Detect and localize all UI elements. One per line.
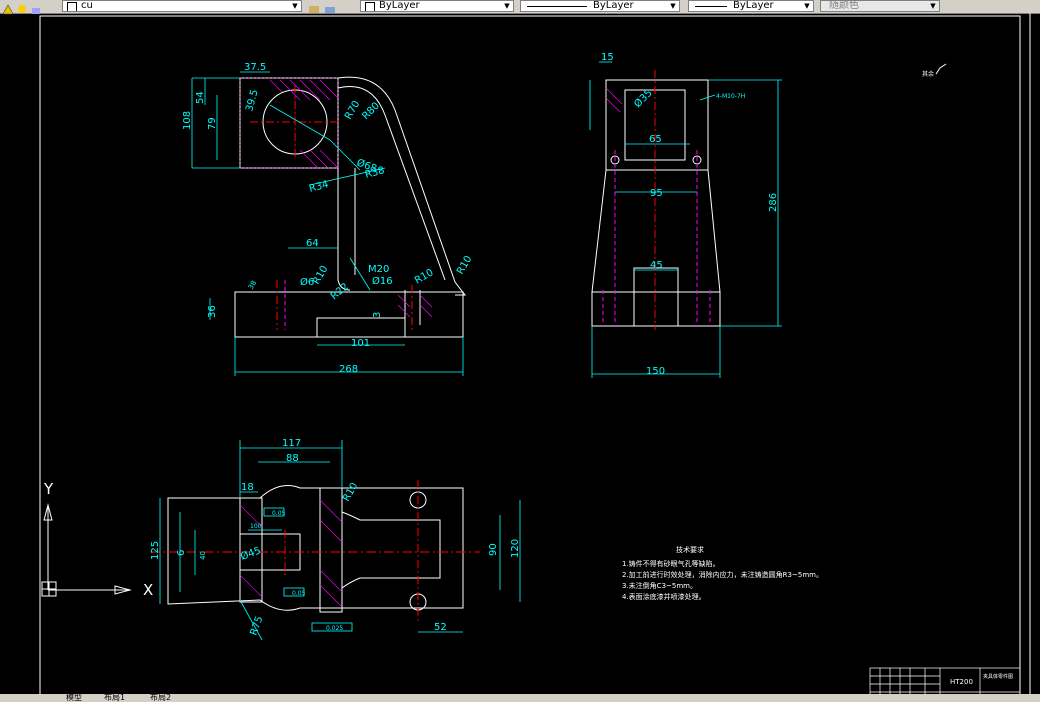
front-view: 37.5 54 108 79 39.5 R70 R80 Ø68 R38 R34 … xyxy=(182,62,474,376)
material-text: HT200 xyxy=(950,678,973,686)
dim-r80: R80 xyxy=(360,100,382,122)
dim-117: 117 xyxy=(282,438,301,449)
lineweight-sample-icon xyxy=(695,6,727,7)
dim-101: 101 xyxy=(351,338,370,349)
tab-layout-1[interactable]: 布局1 xyxy=(104,694,125,702)
dim-54: 54 xyxy=(195,91,206,104)
tech-req-title: 技术要求 xyxy=(676,545,704,554)
dim-dia-35: Ø35 xyxy=(632,87,655,110)
dim-39-5: 39.5 xyxy=(244,88,260,112)
ucs-y-label: Y xyxy=(43,480,54,498)
color-value: ByLayer xyxy=(379,0,420,11)
dim-r10-b: R10 xyxy=(413,267,436,286)
dim-r22: R22 xyxy=(329,281,351,302)
layout-tabs-bar: 模型 布局1 布局2 xyxy=(0,694,1040,702)
linetype-value: ByLayer xyxy=(593,0,634,11)
tolerance-frame-3: 0.025 xyxy=(326,625,343,632)
dim-40: 40 xyxy=(199,551,207,560)
dim-108: 108 xyxy=(182,111,193,130)
dim-18: 18 xyxy=(241,482,254,493)
ucs-x-label: X xyxy=(143,581,153,599)
dim-3: 3 xyxy=(372,312,383,318)
dim-38: 38 xyxy=(247,279,258,291)
tech-req-line-4: 4.表面涂底漆并喷漆处理。 xyxy=(622,592,706,601)
dim-37-5: 37.5 xyxy=(244,62,266,73)
dim-r10: R10 xyxy=(341,481,360,504)
dim-79: 79 xyxy=(207,117,218,130)
tech-req-line-1: 1.铸件不得有砂眼气孔等缺陷。 xyxy=(622,559,720,568)
dim-r70: R70 xyxy=(343,99,362,122)
drawing-canvas[interactable]: 37.5 54 108 79 39.5 R70 R80 Ø68 R38 R34 … xyxy=(0,13,1040,702)
dim-dia-16: Ø16 xyxy=(372,275,393,287)
named-view-value: cu xyxy=(81,0,93,11)
dim-90: 90 xyxy=(488,543,499,556)
corner-mark-text: 其余 xyxy=(922,70,934,78)
roughness-mark: 其余 xyxy=(922,63,947,78)
color-swatch-icon xyxy=(67,2,77,11)
color-control-dropdown[interactable]: ByLayer ▼ xyxy=(360,0,514,12)
layers-icon[interactable] xyxy=(324,0,336,13)
dim-286: 286 xyxy=(768,193,779,212)
layer-state-icon[interactable] xyxy=(2,0,14,15)
tech-requirements: 技术要求 1.铸件不得有砂眼气孔等缺陷。 2.加工前进行时效处理，消除内应力，未… xyxy=(622,545,823,601)
tech-req-line-3: 3.未注倒角C3~5mm。 xyxy=(622,581,697,590)
chevron-down-icon: ▼ xyxy=(504,2,510,10)
dim-65: 65 xyxy=(649,134,662,145)
side-view: 15 Ø35 4-M10-7H 65 95 45 286 150 xyxy=(589,52,782,378)
dim-88: 88 xyxy=(286,453,299,464)
lineweight-control-dropdown[interactable]: ByLayer ▼ xyxy=(688,0,814,12)
hole-note: 4-M10-7H xyxy=(716,93,745,100)
dim-52: 52 xyxy=(434,622,447,633)
lineweight-value: ByLayer xyxy=(733,0,774,11)
tab-layout-2[interactable]: 布局2 xyxy=(150,694,171,702)
dim-268: 268 xyxy=(339,364,358,375)
tolerance-frame-2: 0.05 xyxy=(292,590,306,597)
dim-125: 125 xyxy=(150,541,161,560)
dim-r75: R75 xyxy=(248,615,265,637)
plot-style-value: 随颜色 xyxy=(829,0,859,11)
named-view-dropdown[interactable]: cu ▼ xyxy=(62,0,302,12)
tolerance-frame-1: 0.05 xyxy=(272,510,286,517)
dim-dia-45: Ø45 xyxy=(239,544,262,562)
chevron-down-icon: ▼ xyxy=(804,2,810,10)
ucs-icon: Y X xyxy=(41,480,153,599)
sun-icon[interactable] xyxy=(16,0,28,13)
tab-model[interactable]: 模型 xyxy=(66,694,82,702)
chevron-down-icon: ▼ xyxy=(930,2,936,10)
chevron-down-icon: ▼ xyxy=(292,2,298,10)
dim-dia-6: Ø6 xyxy=(300,276,314,288)
properties-toolbar: cu ▼ ByLayer ▼ ByLayer ▼ ByLayer ▼ 随颜色 ▼ xyxy=(0,0,1040,15)
dim-150: 150 xyxy=(646,366,665,377)
plot-style-dropdown[interactable]: 随颜色 ▼ xyxy=(820,0,940,12)
dim-64: 64 xyxy=(306,238,319,249)
color-swatch-icon xyxy=(365,2,375,11)
dim-120: 120 xyxy=(510,539,521,558)
lock-icon[interactable] xyxy=(30,0,42,14)
dim-m20: M20 xyxy=(368,264,389,275)
tech-req-line-2: 2.加工前进行时效处理，消除内应力，未注铸造圆角R3~5mm。 xyxy=(622,570,823,579)
linetype-control-dropdown[interactable]: ByLayer ▼ xyxy=(520,0,680,12)
part-name-text: 夹具体零件图 xyxy=(983,673,1013,680)
layer-previous-icon[interactable] xyxy=(308,0,320,13)
dim-36: 36 xyxy=(207,305,218,318)
top-view: 117 88 18 R10 125 6 100 Ø45 90 120 52 R7… xyxy=(150,438,521,641)
dim-95: 95 xyxy=(650,188,663,199)
dim-45: 45 xyxy=(650,260,663,271)
dim-r10-c: R10 xyxy=(455,254,474,277)
dim-r34: R34 xyxy=(308,179,330,195)
dim-15: 15 xyxy=(601,52,614,63)
dim-6: 6 xyxy=(176,550,187,556)
chevron-down-icon: ▼ xyxy=(670,2,676,10)
linetype-sample-icon xyxy=(527,6,587,7)
dim-100: 100 xyxy=(250,523,262,530)
